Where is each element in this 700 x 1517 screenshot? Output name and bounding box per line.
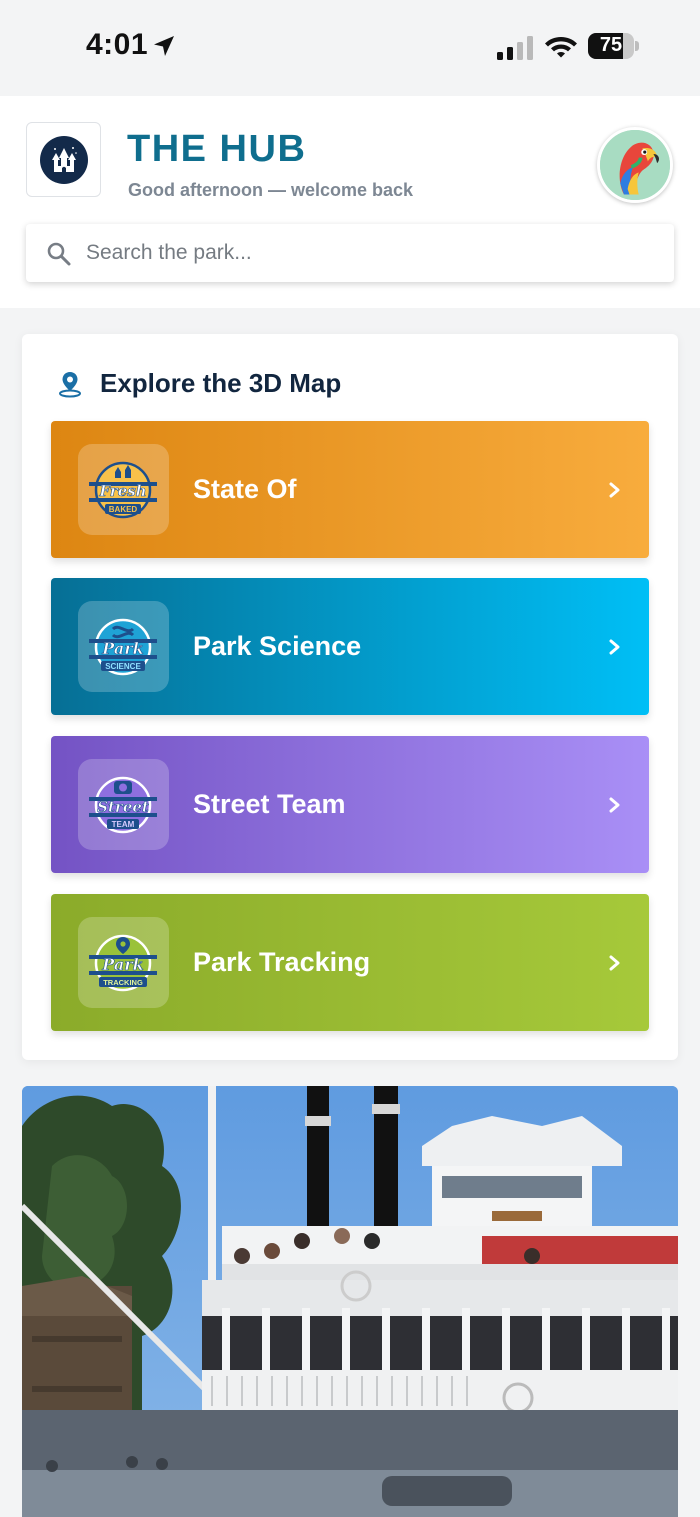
badge-text: Park [101, 639, 143, 658]
tile-label: State Of [193, 474, 297, 504]
page-title: THE HUB [127, 128, 307, 170]
tile-label: Park Tracking [193, 947, 371, 977]
chevron-right-icon [609, 482, 620, 498]
map-tile-park-tracking[interactable]: Park TRACKING Park Tracking [51, 894, 649, 1031]
battery-level-text: 75 [599, 34, 623, 56]
search-input[interactable] [86, 224, 656, 282]
status-bar: 4:01 75 [0, 0, 700, 96]
parrot-avatar-icon [600, 130, 670, 200]
map-tile-state-of[interactable]: Fresh BAKED State Of [51, 421, 649, 558]
park-science-badge-icon: Park SCIENCE [78, 601, 169, 692]
chevron-right-icon [609, 639, 620, 655]
fresh-baked-badge-icon: Fresh BAKED [78, 444, 169, 535]
badge-subtext: TRACKING [103, 978, 143, 987]
riverboat-photo[interactable] [22, 1086, 678, 1517]
badge-text: Fresh [98, 482, 146, 500]
explore-map-card: Explore the 3D Map Fresh BAKED State Of [22, 334, 678, 1060]
search-bar[interactable] [26, 224, 674, 282]
app-logo[interactable] [26, 122, 101, 197]
status-time: 4:01 [86, 28, 149, 61]
section-heading: Explore the 3D Map [100, 368, 342, 398]
tile-label: Street Team [193, 789, 346, 819]
street-team-badge-icon: Street TEAM [78, 759, 169, 850]
map-tile-park-science[interactable]: Park SCIENCE Park Science [51, 578, 649, 715]
castle-logo-icon [40, 136, 88, 184]
cellular-signal-icon [497, 36, 533, 60]
map-tile-street-team[interactable]: Street TEAM Street Team [51, 736, 649, 873]
badge-text: Street [97, 798, 149, 816]
chevron-right-icon [609, 797, 620, 813]
riverboat-image [22, 1086, 678, 1517]
badge-subtext: TEAM [112, 820, 135, 829]
badge-subtext: BAKED [109, 505, 138, 514]
app-header: THE HUB Good afternoon — welcome back [0, 96, 700, 308]
search-icon [47, 242, 71, 266]
battery-icon: 75 [588, 33, 640, 59]
tile-label: Park Science [193, 631, 362, 661]
wifi-icon [545, 37, 577, 58]
park-tracking-badge-icon: Park TRACKING [78, 917, 169, 1008]
badge-subtext: SCIENCE [105, 662, 141, 671]
badge-text: Park [101, 955, 143, 974]
location-arrow-icon [154, 36, 174, 56]
map-pin-icon [59, 372, 81, 398]
chevron-right-icon [609, 955, 620, 971]
greeting-subtitle: Good afternoon — welcome back [128, 180, 414, 200]
avatar[interactable] [597, 127, 673, 203]
